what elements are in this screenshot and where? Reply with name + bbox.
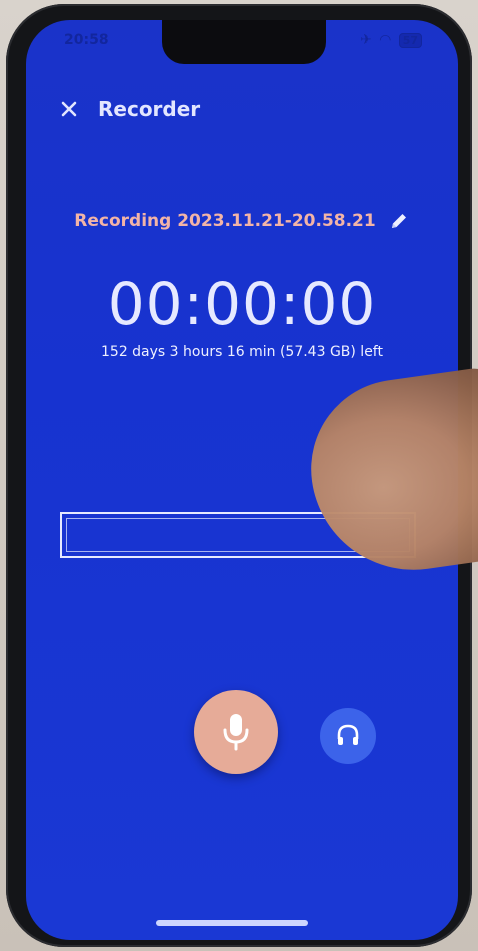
- microphone-icon: [223, 714, 249, 751]
- wifi-icon: ◠: [379, 32, 391, 48]
- monitor-button[interactable]: [320, 708, 376, 764]
- elapsed-timer: 00:00:00: [107, 270, 377, 338]
- camera-notch: [162, 20, 326, 64]
- airplane-icon: ✈: [360, 32, 372, 48]
- battery-indicator: 57: [398, 32, 422, 48]
- recording-name-row: Recording 2023.11.21-20.58.21: [26, 210, 458, 232]
- headphones-icon: [337, 724, 359, 745]
- edit-name-button[interactable]: [388, 210, 410, 232]
- storage-time-left: 152 days 3 hours 16 min (57.43 GB) left: [101, 344, 383, 360]
- recording-name[interactable]: Recording 2023.11.21-20.58.21: [74, 211, 375, 231]
- close-icon: [61, 101, 77, 117]
- record-button[interactable]: [194, 690, 278, 774]
- status-icons: ✈ ◠ 57: [360, 32, 422, 48]
- page-title: Recorder: [98, 97, 201, 121]
- status-time: 20:58: [64, 32, 109, 48]
- top-bar: Recorder: [56, 96, 200, 122]
- close-button[interactable]: [56, 96, 82, 122]
- pencil-icon: [391, 214, 406, 228]
- home-indicator[interactable]: [156, 920, 308, 926]
